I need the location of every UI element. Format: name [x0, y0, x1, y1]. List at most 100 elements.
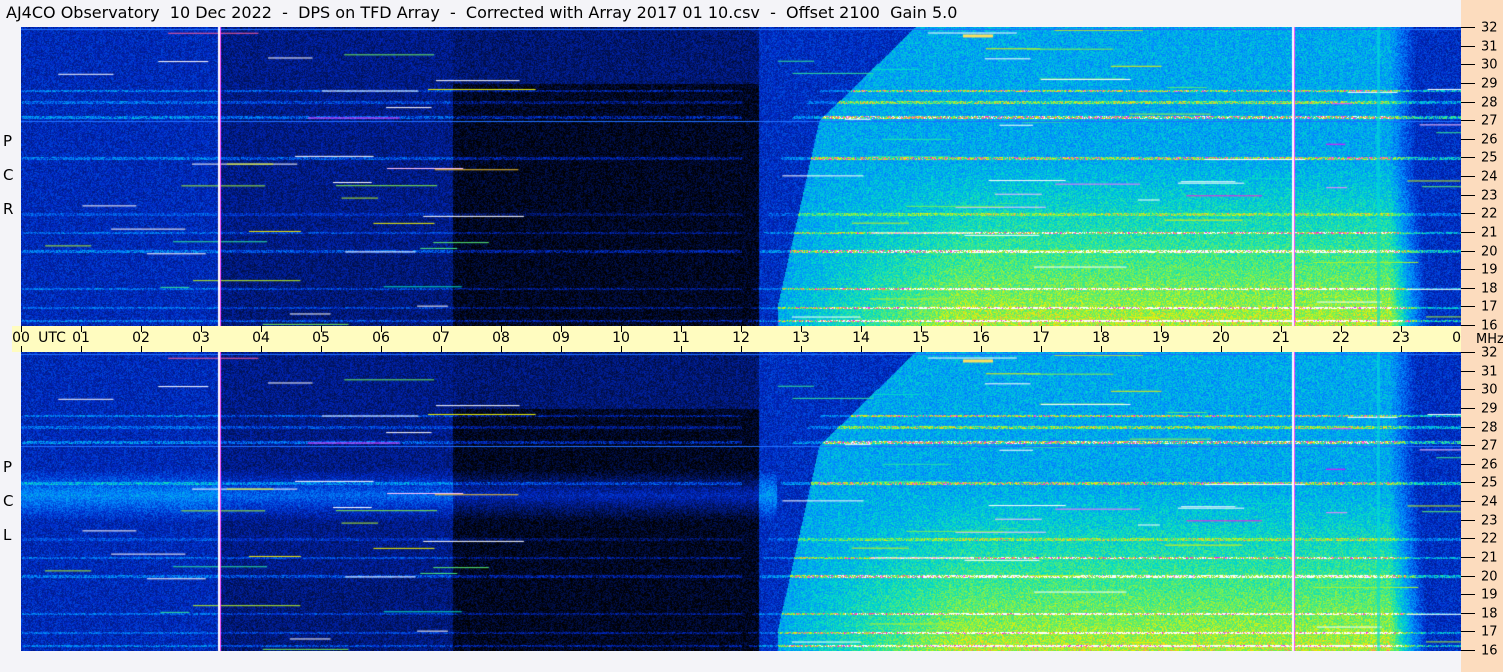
freq-tick-label: 23: [1481, 188, 1498, 204]
time-tick-mark: [381, 346, 382, 352]
time-axis: 00 01 02 03 04 05 06 07 08 09 10 11 12 13 14 15 16 17 18 19…: [12, 326, 1470, 352]
freq-tick-label: 19: [1481, 262, 1498, 278]
freq-tick-mark: [1461, 612, 1475, 614]
time-tick-mark: [921, 326, 922, 332]
freq-tick-mark: [1461, 426, 1475, 428]
freq-tick-mark: [1461, 575, 1475, 577]
freq-tick-label: 26: [1481, 457, 1498, 473]
time-tick-mark: [921, 346, 922, 352]
time-tick-label: 01: [72, 330, 90, 346]
time-tick-label: 19: [1152, 330, 1170, 346]
freq-tick-mark: [1461, 287, 1475, 289]
rcp-spectrogram: [21, 27, 1461, 326]
time-tick-mark: [1341, 326, 1342, 332]
freq-tick-label: 28: [1481, 95, 1498, 110]
time-tick-mark: [621, 346, 622, 352]
time-tick-mark: [1101, 346, 1102, 352]
time-tick-label: 17: [1032, 330, 1050, 346]
time-tick-label: 05: [312, 330, 330, 346]
freq-tick-label: 25: [1481, 150, 1498, 166]
freq-tick-label: 27: [1481, 113, 1498, 129]
rcp-label-r: R: [3, 200, 14, 218]
time-tick-mark: [1161, 326, 1162, 332]
time-tick-mark: [261, 346, 262, 352]
freq-tick-label: 31: [1481, 364, 1498, 380]
time-tick-mark: [801, 346, 802, 352]
rcp-label-c: C: [3, 166, 14, 184]
time-tick-label: 12: [732, 330, 750, 346]
time-tick-mark: [381, 326, 382, 332]
freq-tick-mark: [1461, 27, 1475, 28]
time-tick-label: 18: [1092, 330, 1110, 346]
time-tick-label: 00: [12, 330, 30, 346]
freq-tick-mark: [1461, 64, 1475, 66]
freq-tick-mark: [1461, 250, 1475, 252]
freq-tick-mark: [1461, 538, 1475, 540]
time-tick-mark: [81, 346, 82, 352]
time-tick-mark: [1401, 346, 1402, 352]
time-tick-mark: [201, 346, 202, 352]
time-tick-label: 07: [432, 330, 450, 346]
time-tick-mark: [261, 326, 262, 332]
freq-tick-label: 22: [1481, 531, 1498, 547]
freq-tick-mark: [1461, 519, 1475, 521]
time-tick-label: 20: [1212, 330, 1230, 346]
freq-tick-mark: [1461, 306, 1475, 308]
time-tick-mark: [441, 346, 442, 352]
time-tick-mark: [1041, 346, 1042, 352]
lcp-label-p: P: [3, 458, 13, 476]
time-tick-mark: [741, 326, 742, 332]
time-tick-label: 02: [132, 330, 150, 346]
time-tick-mark: [141, 326, 142, 332]
time-tick-label: 08: [492, 330, 510, 346]
freq-tick-mark: [1461, 120, 1475, 122]
freq-tick-mark: [1461, 594, 1475, 596]
time-tick-mark: [321, 326, 322, 332]
freq-tick-label: 21: [1481, 550, 1498, 566]
time-tick-label: 09: [552, 330, 570, 346]
time-tick-mark: [1041, 326, 1042, 332]
freq-tick-mark: [1461, 82, 1475, 84]
freq-tick-label: 26: [1481, 132, 1498, 148]
freq-tick-label: 18: [1481, 281, 1498, 297]
time-tick-mark: [741, 346, 742, 352]
freq-tick-mark: [1461, 194, 1475, 196]
freq-tick-mark: [1461, 213, 1475, 215]
time-tick-label: 04: [252, 330, 270, 346]
freq-tick-label: 19: [1481, 587, 1498, 603]
time-tick-mark: [681, 346, 682, 352]
time-tick-mark: [621, 326, 622, 332]
freq-tick-label: 18: [1481, 606, 1498, 622]
freq-tick-mark: [1461, 650, 1475, 651]
freq-tick-label: 24: [1481, 494, 1498, 510]
lcp-label-c: C: [3, 492, 14, 510]
time-tick-label: 14: [852, 330, 870, 346]
mhz-unit-label: MHz: [1476, 332, 1503, 347]
time-tick-mark: [1101, 326, 1102, 332]
time-tick-mark: [81, 326, 82, 332]
time-tick-mark: [21, 346, 22, 352]
time-tick-mark: [1161, 346, 1162, 352]
time-tick-mark: [201, 326, 202, 332]
time-tick-mark: [1221, 346, 1222, 352]
time-tick-mark: [501, 346, 502, 352]
freq-tick-mark: [1461, 352, 1475, 353]
freq-tick-label: 32: [1481, 345, 1498, 361]
freq-tick-label: 17: [1481, 624, 1498, 640]
freq-tick-mark: [1461, 370, 1475, 372]
time-tick-label: 21: [1272, 330, 1290, 346]
time-tick-mark: [861, 326, 862, 332]
freq-tick-mark: [1461, 389, 1475, 391]
freq-tick-label: 17: [1481, 299, 1498, 315]
time-tick-label: 23: [1392, 330, 1410, 346]
time-tick-mark: [1281, 346, 1282, 352]
freq-tick-mark: [1461, 269, 1475, 271]
time-tick-mark: [501, 326, 502, 332]
time-tick-mark: [561, 326, 562, 332]
freq-tick-mark: [1461, 463, 1475, 465]
rcp-label-p: P: [3, 132, 13, 150]
utc-unit-label: UTC: [38, 330, 66, 346]
freq-tick-label: 24: [1481, 169, 1498, 185]
freq-tick-label: 16: [1481, 643, 1498, 659]
time-tick-mark: [861, 346, 862, 352]
